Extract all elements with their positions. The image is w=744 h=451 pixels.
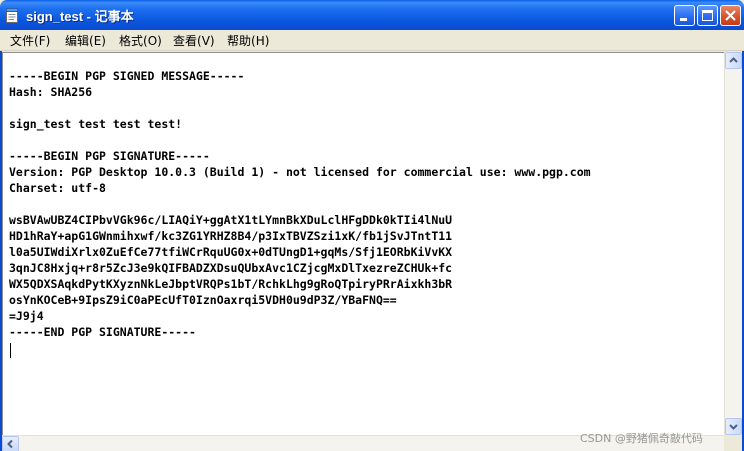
editor-content[interactable]: -----BEGIN PGP SIGNED MESSAGE----- Hash:…	[9, 68, 591, 340]
maximize-icon	[702, 10, 713, 21]
menu-view-accel: (V)	[197, 34, 215, 48]
menu-file[interactable]: 文件(F)	[10, 32, 50, 49]
menu-edit-label: 编辑	[65, 34, 90, 48]
arrow-left-icon	[7, 439, 13, 449]
scroll-left-button[interactable]	[2, 436, 19, 451]
menu-file-accel: (F)	[34, 34, 51, 48]
notepad-window: sign_test - 记事本 文件(F) 编辑(E) 格式(O) 查看(V) …	[0, 0, 744, 451]
title-bar[interactable]: sign_test - 记事本	[0, 0, 744, 30]
arrow-up-icon	[729, 57, 738, 63]
menu-edit-accel: (E)	[89, 34, 106, 48]
notepad-icon	[6, 8, 18, 23]
csdn-watermark: CSDN @野猪佩奇敲代码	[580, 432, 703, 445]
menu-view[interactable]: 查看(V)	[173, 32, 215, 49]
minimize-button[interactable]	[674, 5, 695, 26]
menu-help-accel: (H)	[251, 34, 270, 48]
menu-format-label: 格式	[119, 34, 144, 48]
close-button[interactable]	[720, 5, 741, 26]
menu-edit[interactable]: 编辑(E)	[65, 32, 106, 49]
window-title: sign_test - 记事本	[26, 9, 134, 24]
menu-bar: 文件(F) 编辑(E) 格式(O) 查看(V) 帮助(H)	[0, 30, 744, 51]
text-editor[interactable]: -----BEGIN PGP SIGNED MESSAGE----- Hash:…	[2, 52, 724, 435]
vertical-scrollbar[interactable]	[724, 52, 742, 435]
scroll-down-button[interactable]	[725, 418, 742, 435]
menu-format-accel: (O)	[143, 34, 162, 48]
close-icon	[725, 10, 736, 21]
menu-view-label: 查看	[173, 34, 198, 48]
minimize-icon	[680, 18, 687, 21]
text-caret	[10, 343, 11, 358]
arrow-down-icon	[729, 424, 738, 430]
scroll-up-button[interactable]	[725, 52, 742, 69]
menu-format[interactable]: 格式(O)	[119, 32, 162, 49]
menu-file-label: 文件	[10, 34, 35, 48]
maximize-button[interactable]	[697, 5, 718, 26]
menu-help[interactable]: 帮助(H)	[227, 32, 269, 49]
menu-help-label: 帮助	[227, 34, 252, 48]
